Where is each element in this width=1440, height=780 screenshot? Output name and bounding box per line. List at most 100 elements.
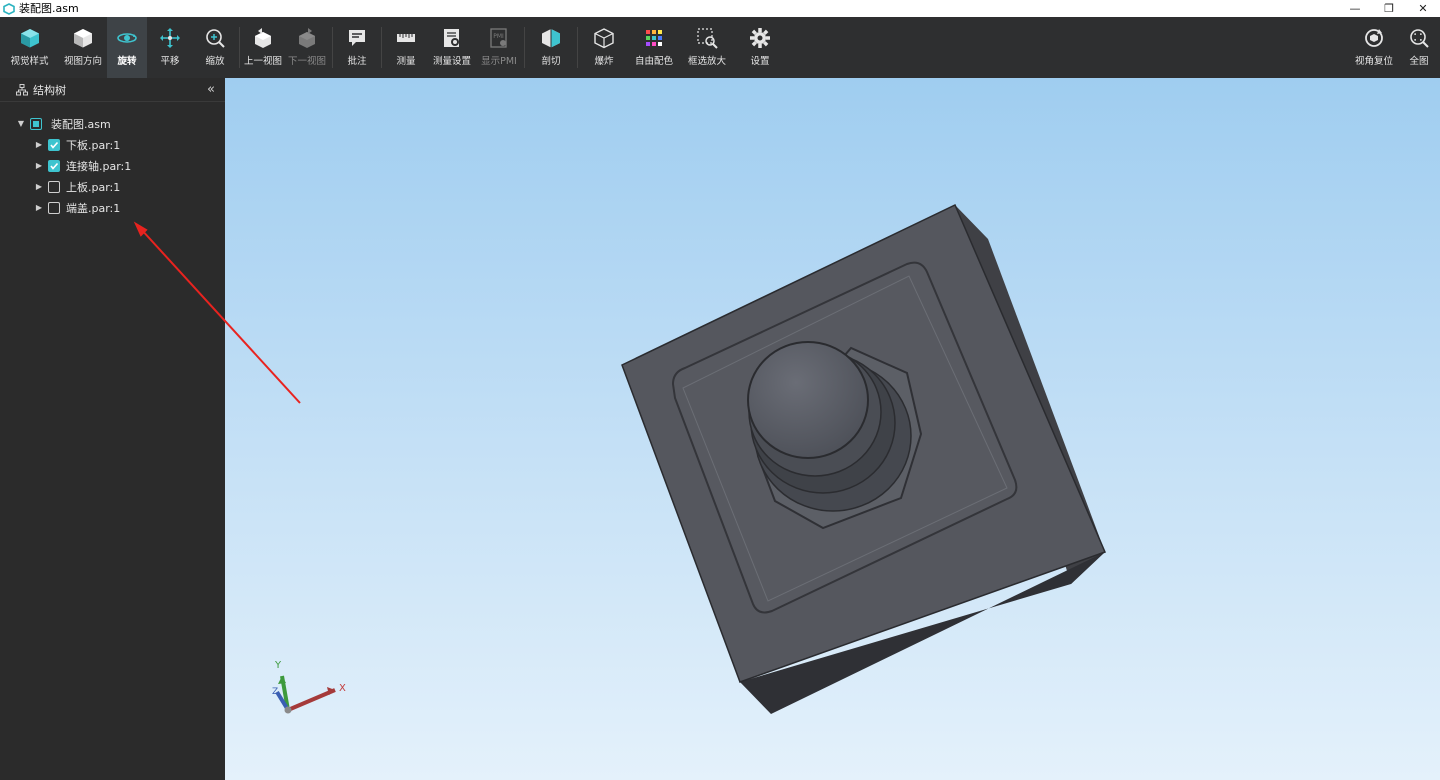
toolbar-separator (239, 27, 240, 68)
fit-all-button[interactable]: 全图 (1398, 17, 1440, 78)
app-logo-icon (3, 2, 15, 15)
tree-item-label: 端盖.par:1 (66, 201, 121, 215)
zoom-button[interactable]: 缩放 (193, 17, 237, 78)
measure-settings-icon (440, 26, 464, 50)
tree-item-lower-plate[interactable]: ▶ 下板.par:1 (0, 134, 225, 155)
collapse-panel-button[interactable]: « (207, 82, 215, 97)
toolbar-separator (577, 27, 578, 68)
toolbar-separator (524, 27, 525, 68)
explode-icon (592, 26, 616, 50)
pmi-icon: PMI (487, 26, 511, 50)
visual-style-button[interactable]: 视觉样式 (0, 17, 59, 78)
tree-checkbox[interactable] (30, 117, 42, 130)
reset-view-icon (1362, 26, 1386, 50)
tree-item-shaft[interactable]: ▶ 连接轴.par:1 (0, 155, 225, 176)
expand-right-icon[interactable]: ▶ (34, 182, 44, 191)
reset-view-label: 视角复位 (1354, 56, 1393, 67)
next-view-icon (295, 26, 319, 50)
section-icon (539, 26, 563, 50)
3d-model-scene[interactable]: X Y Z (225, 78, 1440, 780)
cube-view-icon (71, 26, 95, 50)
toolbar-separator (381, 27, 382, 68)
show-pmi-label: 显示PMI (481, 56, 517, 67)
toolbar-right: 视角复位 全图 (1350, 17, 1440, 78)
structure-tree: ▼ 装配图.asm ▶ 下板.par:1 ▶ 连接轴.par:1 ▶ 上板.pa… (0, 102, 225, 218)
minimize-button[interactable]: — (1338, 0, 1372, 17)
ruler-icon (394, 26, 418, 50)
prev-view-icon (251, 26, 275, 50)
rotate-icon (115, 26, 139, 50)
free-color-button[interactable]: 自由配色 (628, 17, 680, 78)
axis-z-label: Z (272, 687, 278, 697)
prev-view-label: 上一视图 (243, 56, 282, 67)
fit-all-icon (1407, 26, 1431, 50)
pan-label: 平移 (160, 56, 180, 67)
visual-style-label: 视觉样式 (10, 56, 49, 67)
palette-icon (642, 26, 666, 50)
structure-tree-panel: 结构树 « ▼ 装配图.asm ▶ 下板.par:1 ▶ 连接轴.par:1 ▶… (0, 78, 225, 780)
structure-tree-header: 结构树 (0, 78, 225, 102)
free-color-label: 自由配色 (634, 56, 673, 67)
window-title: 装配图.asm (19, 2, 79, 15)
window-controls: — ❐ ✕ (1338, 0, 1440, 17)
view-direction-label: 视图方向 (63, 56, 102, 67)
tree-item-upper-plate[interactable]: ▶ 上板.par:1 (0, 176, 225, 197)
axis-triad: X Y Z (272, 660, 346, 714)
fit-all-label: 全图 (1409, 56, 1429, 67)
3d-viewport[interactable]: X Y Z (225, 78, 1440, 780)
reset-view-button[interactable]: 视角复位 (1350, 17, 1398, 78)
tree-item-label: 连接轴.par:1 (66, 159, 132, 173)
measure-settings-label: 测量设置 (432, 56, 471, 67)
close-button[interactable]: ✕ (1406, 0, 1440, 17)
hierarchy-icon (16, 83, 28, 96)
box-zoom-label: 框选放大 (687, 56, 726, 67)
box-zoom-button[interactable]: 框选放大 (680, 17, 734, 78)
expand-right-icon[interactable]: ▶ (34, 161, 44, 170)
axis-y-label: Y (274, 660, 282, 671)
zoom-label: 缩放 (205, 56, 225, 67)
box-zoom-icon (695, 26, 719, 50)
pan-button[interactable]: 平移 (147, 17, 193, 78)
explode-button[interactable]: 爆炸 (580, 17, 628, 78)
svg-text:PMI: PMI (493, 33, 504, 40)
settings-label: 设置 (750, 56, 770, 67)
measure-label: 测量 (396, 56, 416, 67)
structure-tree-title: 结构树 (33, 83, 66, 97)
toolbar: 视觉样式 视图方向 旋转 平移 缩放 上一视图 下一视图 批注 测量 测量设置 … (0, 17, 1440, 78)
tree-checkbox[interactable] (48, 201, 60, 214)
tree-item-label: 下板.par:1 (66, 138, 121, 152)
cube-color-icon (18, 26, 42, 50)
measure-button[interactable]: 测量 (384, 17, 428, 78)
tree-item-label: 上板.par:1 (66, 180, 121, 194)
axis-x-label: X (339, 683, 346, 694)
view-direction-button[interactable]: 视图方向 (59, 17, 107, 78)
restore-button[interactable]: ❐ (1372, 0, 1406, 17)
next-view-label: 下一视图 (287, 56, 326, 67)
shaft-top-face (747, 341, 869, 459)
gear-icon (748, 26, 772, 50)
explode-label: 爆炸 (594, 56, 614, 67)
section-button[interactable]: 剖切 (527, 17, 575, 78)
tree-item-label: 装配图.asm (51, 117, 111, 131)
expand-right-icon[interactable]: ▶ (34, 203, 44, 212)
tree-item-end-cap[interactable]: ▶ 端盖.par:1 (0, 197, 225, 218)
tree-checkbox[interactable] (48, 159, 60, 172)
settings-button[interactable]: 设置 (734, 17, 786, 78)
pan-icon (158, 26, 182, 50)
tree-checkbox[interactable] (48, 138, 60, 151)
tree-root-item[interactable]: ▼ 装配图.asm (0, 113, 225, 134)
prev-view-button[interactable]: 上一视图 (242, 17, 284, 78)
rotate-label: 旋转 (117, 56, 137, 67)
section-label: 剖切 (541, 56, 561, 67)
expand-right-icon[interactable]: ▶ (34, 140, 44, 149)
expand-down-icon[interactable]: ▼ (16, 119, 26, 128)
annotation-label: 批注 (347, 56, 367, 67)
tree-checkbox[interactable] (48, 180, 60, 193)
zoom-icon (203, 26, 227, 50)
annotation-button[interactable]: 批注 (335, 17, 379, 78)
rotate-button[interactable]: 旋转 (107, 17, 147, 78)
measure-settings-button[interactable]: 测量设置 (428, 17, 476, 78)
show-pmi-button[interactable]: PMI 显示PMI (476, 17, 522, 78)
next-view-button[interactable]: 下一视图 (284, 17, 330, 78)
toolbar-separator (332, 27, 333, 68)
